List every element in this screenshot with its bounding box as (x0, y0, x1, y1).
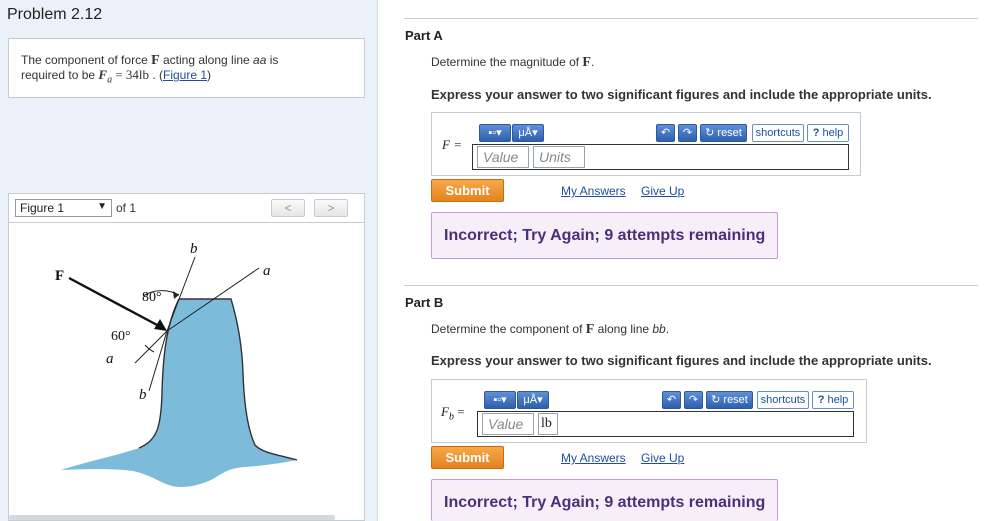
part-b-submit-button[interactable]: Submit (431, 446, 504, 469)
part-a-variable-label: F = (442, 137, 462, 152)
figure-select-value: Figure 1 (20, 201, 65, 215)
statement-text: acting along line (159, 53, 254, 67)
chevron-down-icon: ▼ (97, 201, 107, 212)
figure-toolbar: Figure 1 ▼ of 1 < > (8, 193, 365, 223)
part-a-title: Part A (405, 28, 443, 43)
angle-label-80: 80° (142, 290, 162, 305)
problem-panel: Problem 2.12 The component of force F ac… (0, 0, 378, 521)
previous-figure-button[interactable]: < (271, 199, 305, 217)
redo-icon[interactable]: ↷ (684, 391, 703, 409)
figure-link[interactable]: Figure 1 (163, 68, 207, 82)
undo-icon[interactable]: ↶ (662, 391, 681, 409)
part-b-variable-label: Fb = (441, 404, 465, 423)
figure-panel: F b a 80° 60° a b (8, 223, 365, 521)
part-b-question: Determine the component of F along line … (431, 322, 670, 337)
part-a-question: Determine the magnitude of F. (431, 55, 595, 70)
statement-text: . ( (149, 68, 164, 82)
units-menu-button[interactable]: μÅ▾ (517, 391, 549, 409)
line-label-b-top: b (190, 241, 198, 257)
line-symbol: aa (253, 53, 267, 67)
part-a-my-answers-link[interactable]: My Answers (561, 184, 626, 198)
templates-button[interactable]: ▪▫▾ (479, 124, 511, 142)
force-symbol: F (151, 53, 160, 68)
reset-button[interactable]: ↻ reset (706, 391, 753, 409)
part-b-feedback: Incorrect; Try Again; 9 attempts remaini… (431, 479, 778, 521)
figure-scrollbar[interactable] (9, 515, 335, 520)
help-icon: ? (812, 127, 820, 139)
next-figure-button[interactable]: > (314, 199, 348, 217)
part-b-answer-box: ▪▫▾ μÅ▾ ↶ ↷ ↻ reset shortcuts ? help Fb … (431, 379, 867, 443)
part-a-input-row: Value Units (472, 144, 849, 170)
part-b-give-up-link[interactable]: Give Up (641, 451, 684, 465)
part-a-give-up-link[interactable]: Give Up (641, 184, 684, 198)
part-b-units-input[interactable]: lb (538, 413, 558, 435)
line-label-a-left: a (106, 351, 114, 367)
force-label: F (55, 268, 64, 284)
figure-count: of 1 (116, 201, 137, 215)
part-a-answer-box: ▪▫▾ μÅ▾ ↶ ↷ ↻ reset shortcuts ? help F =… (431, 112, 861, 176)
statement-text: required to be (21, 68, 99, 82)
reset-icon: ↻ (705, 127, 715, 139)
shortcuts-button[interactable]: shortcuts (752, 124, 804, 142)
part-b-my-answers-link[interactable]: My Answers (561, 451, 626, 465)
part-b-instructions: Express your answer to two significant f… (431, 353, 932, 368)
line-label-a-right: a (263, 263, 271, 279)
part-a-feedback: Incorrect; Try Again; 9 attempts remaini… (431, 212, 778, 259)
part-b-input-row: Value lb (477, 411, 854, 437)
divider (404, 18, 978, 19)
part-a-units-input[interactable]: Units (533, 146, 585, 168)
force-diagram: F b a 80° 60° a b (55, 241, 298, 487)
help-button[interactable]: ? help (807, 124, 849, 142)
part-a-submit-button[interactable]: Submit (431, 179, 504, 202)
statement-text: The component of force (21, 53, 152, 67)
part-b-value-input[interactable]: Value (482, 413, 534, 435)
undo-icon[interactable]: ↶ (656, 124, 675, 142)
angle-label-60: 60° (111, 329, 131, 344)
shortcuts-button[interactable]: shortcuts (757, 391, 809, 409)
divider (404, 285, 978, 286)
help-button[interactable]: ? help (812, 391, 854, 409)
fa-expression: Fa = 34lb (98, 67, 150, 86)
part-a-value-input[interactable]: Value (477, 146, 529, 168)
statement-text: is (266, 53, 279, 67)
figure-select[interactable]: Figure 1 ▼ (15, 199, 112, 217)
redo-icon[interactable]: ↷ (678, 124, 697, 142)
templates-button[interactable]: ▪▫▾ (484, 391, 516, 409)
help-icon: ? (817, 394, 825, 406)
problem-statement: The component of force F acting along li… (8, 38, 365, 98)
line-label-b-bottom: b (139, 387, 147, 403)
reset-button[interactable]: ↻ reset (700, 124, 747, 142)
body-shape (61, 299, 297, 487)
reset-icon: ↻ (711, 394, 721, 406)
part-b-title: Part B (405, 295, 444, 310)
statement-text: ) (207, 68, 212, 82)
units-menu-button[interactable]: μÅ▾ (512, 124, 544, 142)
problem-title: Problem 2.12 (7, 6, 103, 23)
part-a-instructions: Express your answer to two significant f… (431, 87, 932, 102)
